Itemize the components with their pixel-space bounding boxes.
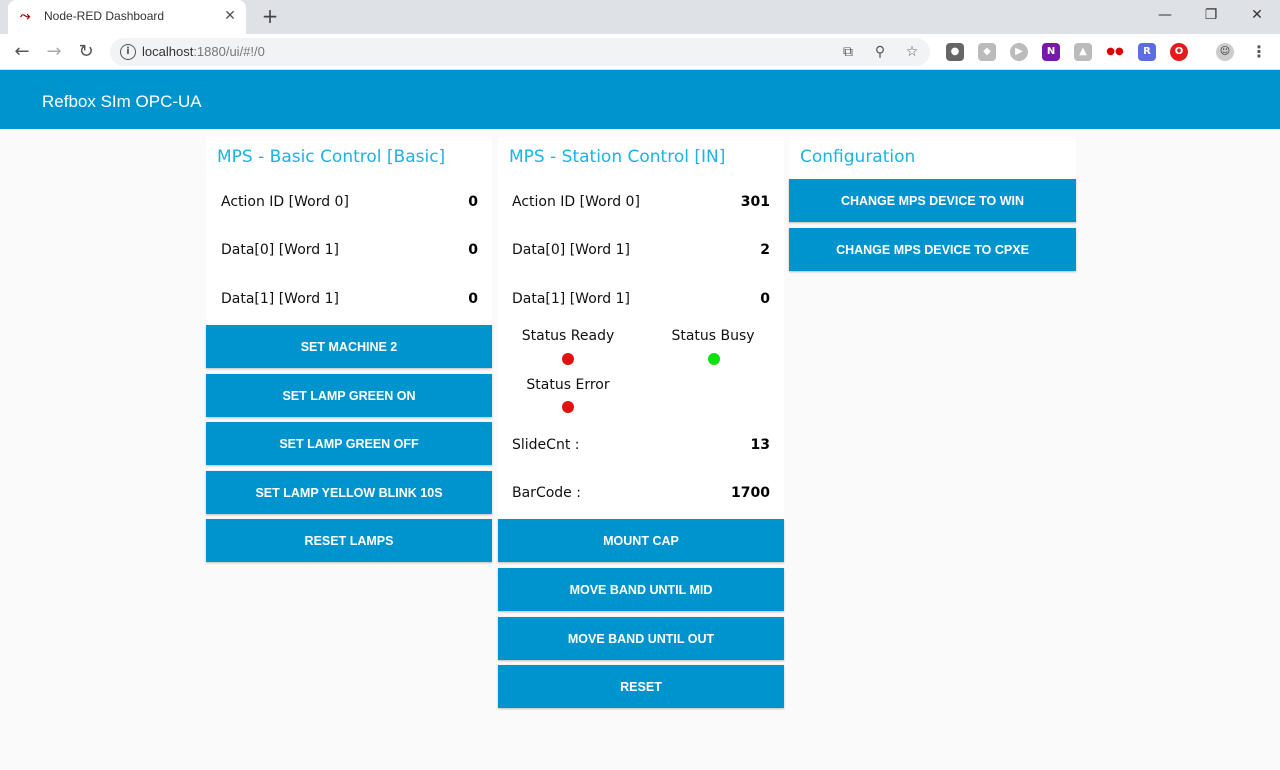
node-red-icon: ⤳: [20, 9, 31, 24]
app-header: Refbox SIm OPC-UA: [0, 70, 1280, 129]
basic-action-id-label: Action ID [Word 0]: [221, 194, 349, 210]
browser-tab-strip: ⤳ Node-RED Dashboard ✕ + — ❐ ✕: [0, 0, 1280, 34]
translate-icon[interactable]: ⧉: [838, 42, 858, 62]
new-tab-button[interactable]: +: [258, 5, 282, 29]
reset-lamps-button[interactable]: RESET LAMPS: [206, 519, 492, 562]
address-bar[interactable]: i localhost:1880/ui/#!/0 ⧉ ⚲ ☆: [110, 38, 930, 66]
onenote-icon[interactable]: N: [1042, 43, 1060, 61]
extension-dots-icon[interactable]: ●●: [1106, 43, 1124, 61]
reset-button[interactable]: RESET: [498, 665, 784, 708]
change-device-cpxe-button[interactable]: CHANGE MPS DEVICE TO CPXE: [789, 228, 1076, 271]
set-lamp-green-off-button[interactable]: SET LAMP GREEN OFF: [206, 422, 492, 465]
station-data1-label: Data[1] [Word 1]: [512, 291, 630, 307]
mount-cap-button[interactable]: MOUNT CAP: [498, 519, 784, 562]
browser-tab[interactable]: ⤳ Node-RED Dashboard ✕: [8, 0, 246, 34]
url-text[interactable]: localhost:1880/ui/#!/0: [142, 44, 265, 59]
move-band-mid-button[interactable]: MOVE BAND UNTIL MID: [498, 568, 784, 611]
set-lamp-yellow-blink-button[interactable]: SET LAMP YELLOW BLINK 10S: [206, 471, 492, 514]
basic-action-id-value: 0: [468, 194, 478, 210]
profile-avatar[interactable]: ☺: [1216, 43, 1234, 61]
reload-icon[interactable]: ↻: [74, 40, 98, 64]
status-ready-led: [562, 353, 574, 365]
status-busy-led: [708, 353, 720, 365]
configuration-title: Configuration: [800, 147, 916, 167]
status-busy-label: Status Busy: [671, 328, 755, 344]
slidecnt-value: 13: [750, 437, 770, 453]
info-icon[interactable]: i: [120, 44, 136, 60]
tab-title: Node-RED Dashboard: [44, 9, 165, 23]
browser-menu-icon[interactable]: ⋮: [1250, 43, 1268, 61]
barcode-label: BarCode :: [512, 485, 581, 501]
basic-control-card: MPS - Basic Control [Basic] Action ID [W…: [206, 137, 492, 325]
station-data0-label: Data[0] [Word 1]: [512, 242, 630, 258]
drive-icon[interactable]: ▲: [1074, 43, 1092, 61]
configuration-card: Configuration: [789, 137, 1076, 179]
bookmark-star-icon[interactable]: ☆: [902, 42, 922, 62]
set-machine-2-button[interactable]: SET MACHINE 2: [206, 325, 492, 368]
station-data1-value: 0: [760, 291, 770, 307]
station-action-id-value: 301: [740, 194, 770, 210]
app-title: Refbox SIm OPC-UA: [42, 92, 202, 111]
extension-r-icon[interactable]: R: [1138, 43, 1156, 61]
status-ready-label: Status Ready: [521, 328, 615, 344]
set-lamp-green-on-button[interactable]: SET LAMP GREEN ON: [206, 374, 492, 417]
basic-data1-label: Data[1] [Word 1]: [221, 291, 339, 307]
opera-icon[interactable]: O: [1170, 43, 1188, 61]
basic-data0-label: Data[0] [Word 1]: [221, 242, 339, 258]
change-device-win-button[interactable]: CHANGE MPS DEVICE TO WIN: [789, 179, 1076, 222]
slidecnt-label: SlideCnt :: [512, 437, 580, 453]
minimize-icon[interactable]: —: [1142, 0, 1188, 30]
forward-icon[interactable]: →: [42, 40, 66, 64]
move-band-out-button[interactable]: MOVE BAND UNTIL OUT: [498, 617, 784, 660]
basic-control-title: MPS - Basic Control [Basic]: [217, 147, 446, 167]
window-close-icon[interactable]: ✕: [1234, 0, 1280, 30]
extension-globe-icon[interactable]: ●: [946, 43, 964, 61]
station-data0-value: 2: [760, 242, 770, 258]
back-icon[interactable]: ←: [10, 40, 34, 64]
close-tab-icon[interactable]: ✕: [222, 8, 238, 24]
extension-cube-icon[interactable]: ◆: [978, 43, 996, 61]
station-control-card: MPS - Station Control [IN] Action ID [Wo…: [498, 137, 784, 519]
basic-data1-value: 0: [468, 291, 478, 307]
station-action-id-label: Action ID [Word 0]: [512, 194, 640, 210]
browser-toolbar: ← → ↻ i localhost:1880/ui/#!/0 ⧉ ⚲ ☆ ● ◆…: [0, 34, 1280, 70]
station-control-title: MPS - Station Control [IN]: [509, 147, 726, 167]
basic-data0-value: 0: [468, 242, 478, 258]
restore-icon[interactable]: ❐: [1188, 0, 1234, 30]
extension-play-icon[interactable]: ▶: [1010, 43, 1028, 61]
zoom-icon[interactable]: ⚲: [870, 42, 890, 62]
barcode-value: 1700: [731, 485, 770, 501]
status-error-label: Status Error: [526, 377, 610, 393]
status-error-led: [562, 401, 574, 413]
